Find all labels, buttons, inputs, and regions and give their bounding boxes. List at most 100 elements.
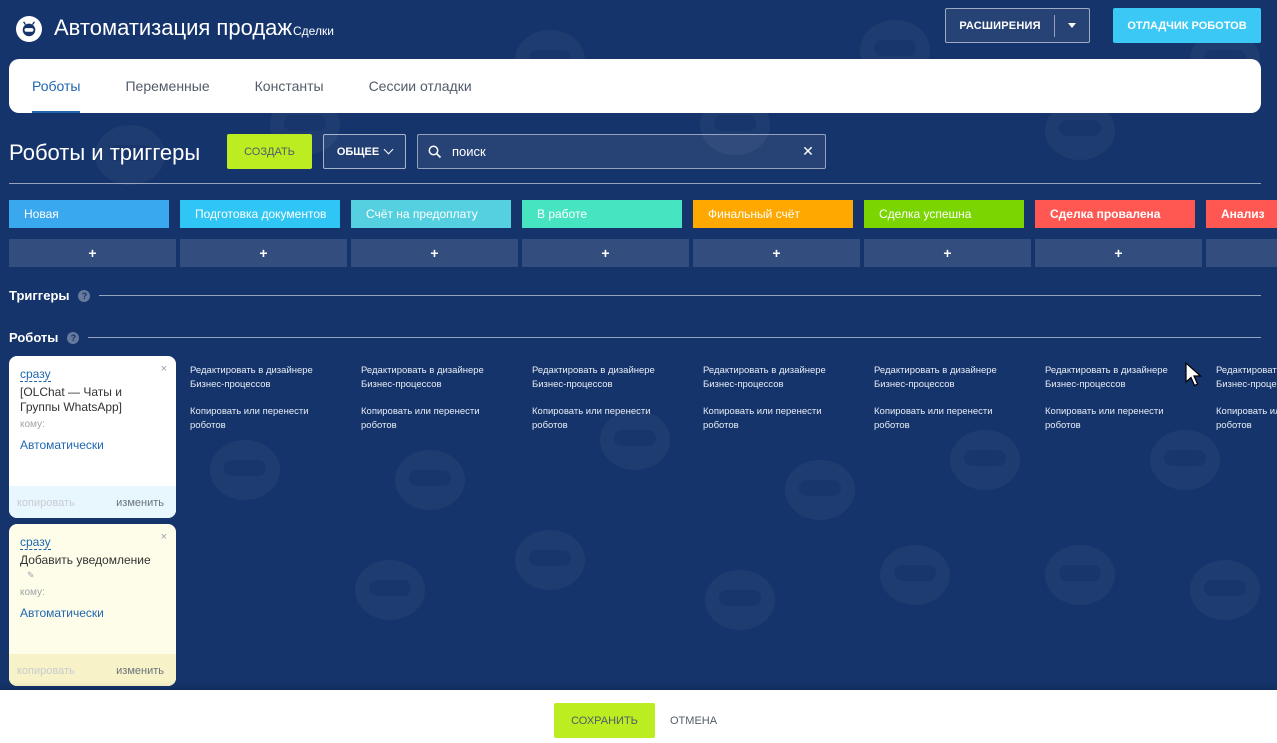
- stage-header-1[interactable]: Подготовка документов: [180, 200, 340, 228]
- edit-in-designer-link[interactable]: Редактировать в дизайнере Бизнес-процесс…: [361, 364, 511, 392]
- robots-label: Роботы: [9, 330, 59, 345]
- copy-move-robots-link[interactable]: Копировать или перенести роботов: [874, 405, 1024, 433]
- stage-label: Счёт на предоплату: [366, 207, 478, 221]
- copy-move-robots-link[interactable]: Копировать или перенести роботов: [190, 405, 340, 433]
- filter-label: ОБЩЕЕ: [336, 145, 380, 158]
- copy-move-robots-link[interactable]: Копировать или перенести роботов: [1045, 405, 1195, 433]
- search-field[interactable]: ✕: [417, 134, 826, 169]
- bottom-action-bar: СОХРАНИТЬ ОТМЕНА: [0, 690, 1277, 743]
- clear-search-icon[interactable]: ✕: [791, 143, 825, 160]
- pencil-icon[interactable]: ✎: [27, 570, 35, 581]
- add-trigger-button[interactable]: +: [9, 239, 176, 267]
- help-icon[interactable]: ?: [67, 331, 80, 344]
- copy-move-robots-link[interactable]: Копировать или перенести роботов: [1216, 405, 1277, 433]
- filter-dropdown[interactable]: ОБЩЕЕ: [323, 134, 406, 169]
- edit-robot-link[interactable]: изменить: [116, 497, 164, 509]
- extensions-dropdown-toggle[interactable]: [1055, 23, 1089, 28]
- stage-label: Сделка успешна: [879, 207, 972, 221]
- copy-robot-link[interactable]: копировать: [17, 497, 75, 509]
- page-title: Автоматизация продаж: [54, 15, 293, 40]
- stage-header-2[interactable]: Счёт на предоплату: [351, 200, 511, 228]
- column-actions: Редактировать в дизайнере Бизнес-процесс…: [1216, 364, 1277, 446]
- search-input[interactable]: [452, 144, 791, 159]
- column-actions: Редактировать в дизайнере Бизнес-процесс…: [1045, 364, 1195, 446]
- add-trigger-button[interactable]: [1206, 239, 1277, 267]
- stage-header-4[interactable]: Финальный счёт: [693, 200, 853, 228]
- edit-in-designer-link[interactable]: Редактировать в дизайнере Бизнес-процесс…: [1216, 364, 1277, 392]
- add-trigger-button[interactable]: +: [351, 239, 518, 267]
- stage-label: Финальный счёт: [708, 207, 800, 221]
- mouse-cursor-icon: [1185, 362, 1203, 387]
- robot-card-footer: копировать изменить: [9, 486, 176, 518]
- column-actions: Редактировать в дизайнере Бизнес-процесс…: [532, 364, 682, 446]
- chevron-down-icon: [383, 144, 394, 155]
- tab-constants[interactable]: Константы: [255, 59, 324, 113]
- stage-header-3[interactable]: В работе: [522, 200, 682, 228]
- edit-in-designer-link[interactable]: Редактировать в дизайнере Бизнес-процесс…: [1045, 364, 1195, 392]
- robot-debugger-button[interactable]: ОТЛАДЧИК РОБОТОВ: [1113, 8, 1261, 43]
- stage-label: Сделка провалена: [1050, 207, 1161, 221]
- column-actions: Редактировать в дизайнере Бизнес-процесс…: [361, 364, 511, 446]
- section-heading: Роботы и триггеры: [9, 140, 201, 165]
- tab-debug-sessions[interactable]: Сессии отладки: [369, 59, 472, 113]
- robot-delay-link[interactable]: сразу: [20, 367, 51, 382]
- edit-in-designer-link[interactable]: Редактировать в дизайнере Бизнес-процесс…: [874, 364, 1024, 392]
- robot-delay-link[interactable]: сразу: [20, 535, 51, 550]
- column-actions: Редактировать в дизайнере Бизнес-процесс…: [874, 364, 1024, 446]
- tab-variables[interactable]: Переменные: [125, 59, 209, 113]
- triggers-label: Триггеры: [9, 288, 70, 303]
- copy-move-robots-link[interactable]: Копировать или перенести роботов: [361, 405, 511, 433]
- robot-card[interactable]: сразу × Добавить уведомление ✎ кому: Авт…: [9, 524, 176, 686]
- copy-move-robots-link[interactable]: Копировать или перенести роботов: [703, 405, 853, 433]
- add-trigger-button[interactable]: +: [180, 239, 347, 267]
- extensions-label: РАСШИРЕНИЯ: [959, 19, 1041, 32]
- save-button[interactable]: СОХРАНИТЬ: [554, 703, 655, 738]
- robot-logo-icon: [16, 16, 42, 42]
- divider: [9, 183, 1261, 184]
- column-actions: Редактировать в дизайнере Бизнес-процесс…: [703, 364, 853, 446]
- add-trigger-button[interactable]: +: [522, 239, 689, 267]
- divider: [88, 337, 1261, 338]
- edit-robot-link[interactable]: изменить: [116, 665, 164, 677]
- search-icon: [418, 145, 452, 159]
- copy-move-robots-link[interactable]: Копировать или перенести роботов: [532, 405, 682, 433]
- robot-name: [OLChat — Чаты и Группы WhatsApp]: [20, 385, 123, 414]
- edit-in-designer-link[interactable]: Редактировать в дизайнере Бизнес-процесс…: [532, 364, 682, 392]
- tabs-bar: Роботы Переменные Константы Сессии отлад…: [9, 59, 1261, 113]
- close-icon[interactable]: ×: [161, 531, 167, 543]
- divider: [99, 295, 1261, 296]
- top-header: Автоматизация продаж Сделки РАСШИРЕНИЯ О…: [0, 0, 1277, 58]
- stage-header-5[interactable]: Сделка успешна: [864, 200, 1024, 228]
- help-icon[interactable]: ?: [78, 289, 91, 302]
- create-button[interactable]: СОЗДАТЬ: [227, 134, 312, 169]
- stage-header-7[interactable]: Анализ: [1206, 200, 1277, 228]
- stage-header-6[interactable]: Сделка провалена: [1035, 200, 1195, 228]
- robot-card[interactable]: сразу × [OLChat — Чаты и Группы WhatsApp…: [9, 356, 176, 518]
- robot-recipient-value[interactable]: Автоматически: [20, 606, 104, 620]
- robot-recipient-label: кому:: [20, 419, 45, 430]
- caret-down-icon: [1068, 23, 1076, 28]
- stage-label: Подготовка документов: [195, 207, 327, 221]
- robot-recipient-value[interactable]: Автоматически: [20, 438, 104, 452]
- robot-recipient-label: кому:: [20, 587, 45, 598]
- edit-in-designer-link[interactable]: Редактировать в дизайнере Бизнес-процесс…: [190, 364, 340, 392]
- page-subtitle: Сделки: [293, 24, 334, 38]
- robots-section-header: Роботы ?: [9, 330, 1261, 345]
- add-trigger-button[interactable]: +: [864, 239, 1031, 267]
- robot-card-footer: копировать изменить: [9, 654, 176, 686]
- stage-label: Новая: [24, 207, 59, 221]
- add-trigger-button[interactable]: +: [1035, 239, 1202, 267]
- robot-name: Добавить уведомление: [20, 553, 151, 567]
- stage-label: В работе: [537, 207, 588, 221]
- cancel-button[interactable]: ОТМЕНА: [670, 715, 717, 727]
- stage-header-0[interactable]: Новая: [9, 200, 169, 228]
- copy-robot-link[interactable]: копировать: [17, 665, 75, 677]
- triggers-section-header: Триггеры ?: [9, 288, 1261, 303]
- close-icon[interactable]: ×: [161, 363, 167, 375]
- column-actions: Редактировать в дизайнере Бизнес-процесс…: [190, 364, 340, 446]
- edit-in-designer-link[interactable]: Редактировать в дизайнере Бизнес-процесс…: [703, 364, 853, 392]
- stage-label: Анализ: [1221, 207, 1265, 221]
- tab-robots[interactable]: Роботы: [32, 59, 81, 113]
- extensions-button[interactable]: РАСШИРЕНИЯ: [945, 8, 1090, 43]
- add-trigger-button[interactable]: +: [693, 239, 860, 267]
